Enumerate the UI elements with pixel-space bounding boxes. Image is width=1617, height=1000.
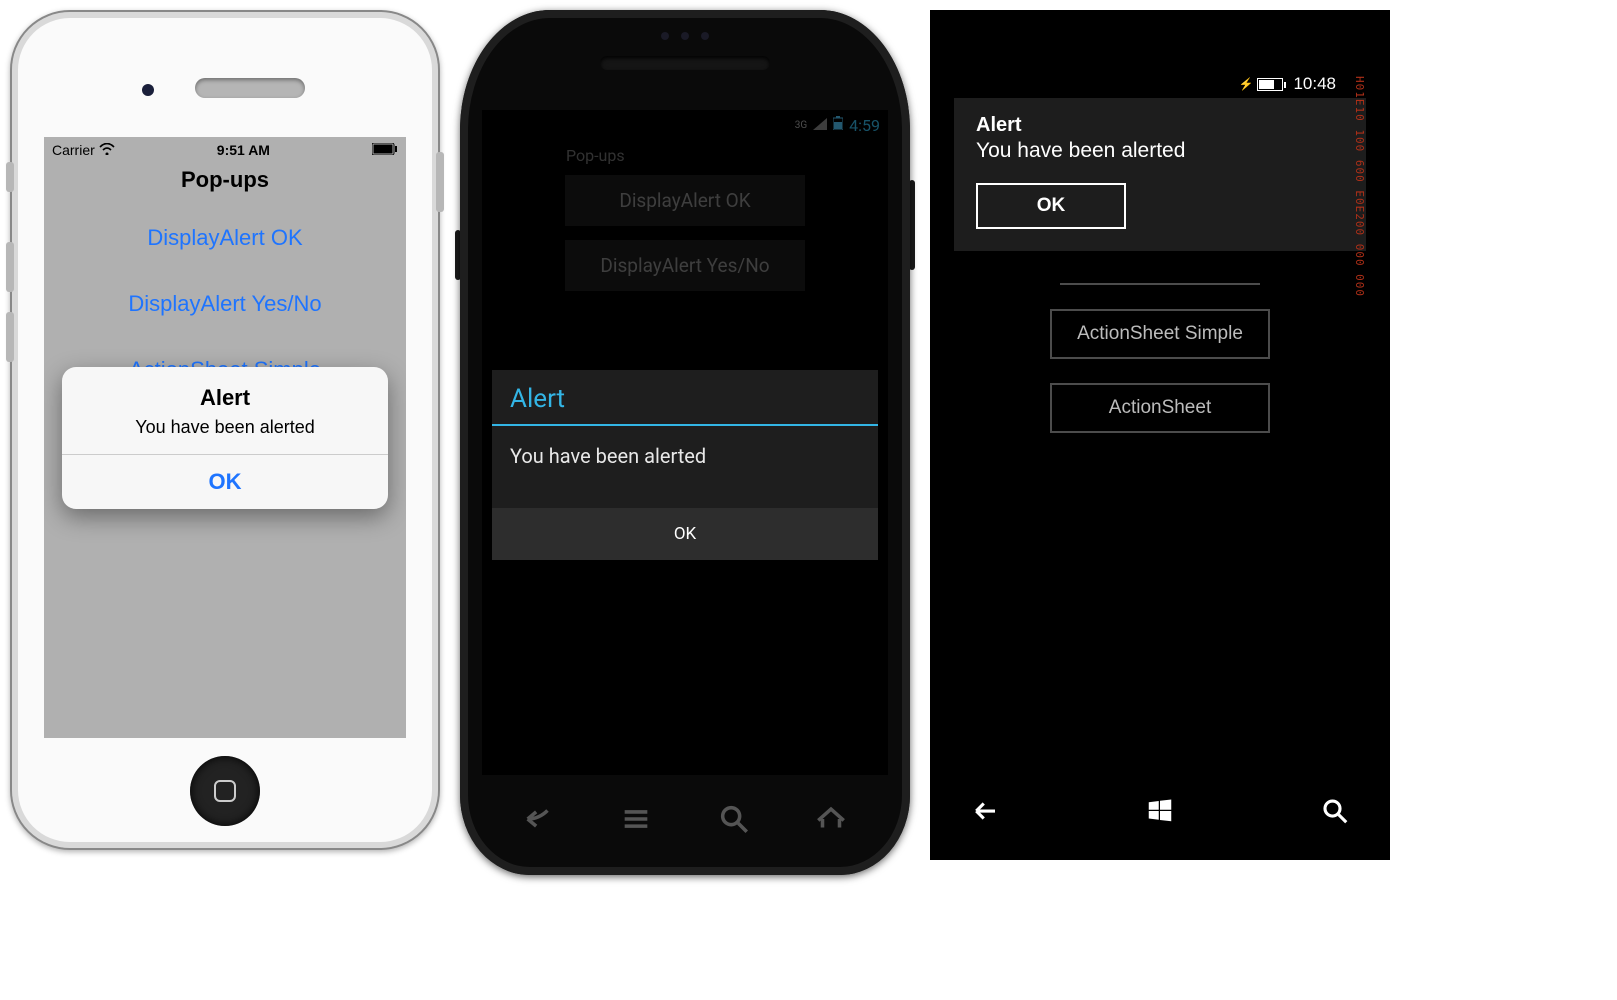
windows-icon[interactable] [1145, 796, 1175, 831]
device-body: 3G 4:59 Pop-ups DisplayAlert OK DisplayA… [460, 10, 910, 875]
volume-down [6, 312, 14, 362]
search-icon[interactable] [717, 802, 751, 841]
power-button [436, 152, 444, 212]
battery-icon [833, 116, 843, 134]
wp-nav-bar [970, 788, 1350, 838]
ios-screen: Carrier 9:51 AM Pop-ups DisplayAlert OK … [44, 137, 406, 738]
alert-title: Alert [492, 370, 878, 424]
mute-switch [6, 162, 14, 192]
earpiece-speaker [195, 78, 305, 98]
alert-overlay: Alert You have been alerted OK [44, 137, 406, 738]
clock: 4:59 [849, 116, 880, 135]
display-alert-ok-button[interactable]: DisplayAlert OK [565, 175, 805, 226]
actionsheet-button[interactable]: ActionSheet [1050, 383, 1270, 433]
partially-obscured-button[interactable] [1060, 275, 1260, 285]
search-icon[interactable] [1320, 796, 1350, 831]
clock: 10:48 [1293, 74, 1336, 94]
alert-title: Alert [62, 367, 388, 417]
battery-icon [1257, 78, 1283, 91]
back-icon[interactable] [522, 802, 556, 841]
alert-message: You have been alerted [62, 417, 388, 454]
earpiece-speaker [600, 56, 770, 70]
android-nav-bar [490, 791, 880, 851]
android-status-bar: 3G 4:59 [482, 110, 888, 140]
iphone-device: Carrier 9:51 AM Pop-ups DisplayAlert OK … [10, 10, 440, 850]
volume-up [6, 242, 14, 292]
frame-counter-overlay: H01E10 100 600 E0E200 000 000 [1348, 70, 1366, 772]
menu-icon[interactable] [619, 802, 653, 841]
charging-icon: ⚡ [1239, 77, 1254, 91]
home-button[interactable] [190, 756, 260, 826]
android-device: 3G 4:59 Pop-ups DisplayAlert OK DisplayA… [460, 10, 910, 875]
actionsheet-simple-button[interactable]: ActionSheet Simple [1050, 309, 1270, 359]
android-screen: 3G 4:59 Pop-ups DisplayAlert OK DisplayA… [482, 110, 888, 775]
signal-icon [813, 116, 827, 134]
alert-ok-button[interactable]: OK [976, 183, 1126, 229]
network-label: 3G [795, 120, 807, 131]
display-alert-yesno-button[interactable]: DisplayAlert Yes/No [565, 240, 805, 291]
page-title: Pop-ups [482, 140, 888, 175]
wp-status-bar: ⚡ 10:48 [954, 70, 1366, 98]
alert-message: You have been alerted [492, 426, 878, 508]
back-icon[interactable] [970, 796, 1000, 831]
winphone-device: ⚡ 10:48 Alert You have been alerted OK A… [930, 10, 1390, 860]
alert-dialog: Alert You have been alerted OK [492, 370, 878, 560]
alert-ok-button[interactable]: OK [492, 508, 878, 560]
sensor-cluster [661, 32, 709, 40]
front-camera-icon [142, 84, 154, 96]
home-icon[interactable] [814, 802, 848, 841]
alert-ok-button[interactable]: OK [62, 455, 388, 509]
home-icon [214, 780, 236, 802]
alert-dialog: Alert You have been alerted OK [954, 98, 1366, 251]
alert-dialog: Alert You have been alerted OK [62, 367, 388, 509]
alert-title: Alert [976, 114, 1344, 139]
alert-message: You have been alerted [976, 139, 1344, 183]
background-buttons: ActionSheet Simple ActionSheet [954, 275, 1366, 433]
wp-screen: ⚡ 10:48 Alert You have been alerted OK A… [954, 70, 1366, 772]
